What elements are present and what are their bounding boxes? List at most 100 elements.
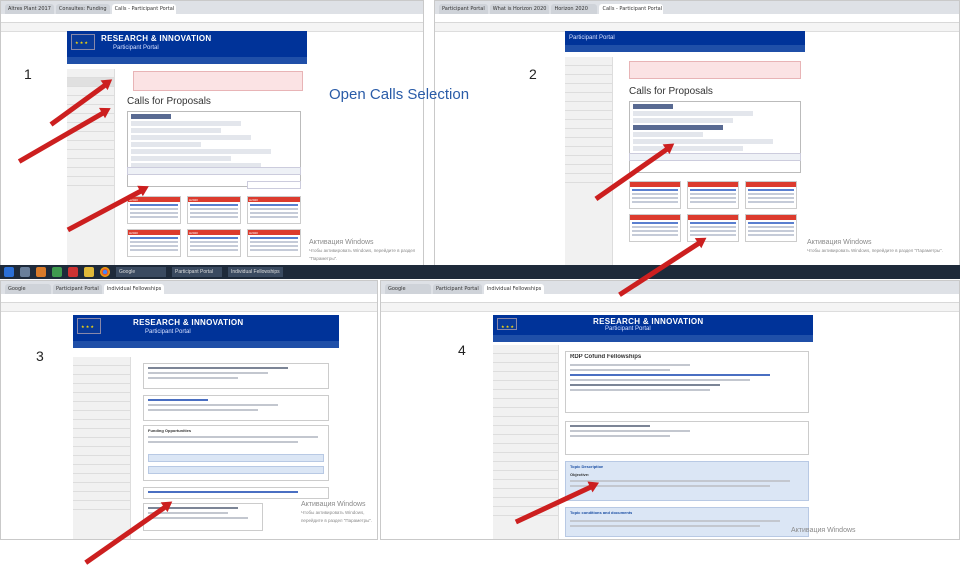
- address-bar[interactable]: [435, 14, 959, 23]
- portal-nav[interactable]: [565, 45, 805, 52]
- topic-conditions-section[interactable]: Topic conditions and documents: [565, 507, 809, 537]
- browser-tab[interactable]: Consultes: Funding: [55, 4, 110, 14]
- sidebar-item[interactable]: [73, 393, 130, 402]
- sidebar-item[interactable]: [73, 357, 130, 366]
- sidebar-item[interactable]: [67, 141, 114, 150]
- sidebar-item[interactable]: [565, 75, 612, 84]
- topic-description-section[interactable]: Topic Description Objective:: [565, 461, 809, 501]
- call-card[interactable]: H2020: [187, 196, 241, 224]
- browser-tab[interactable]: Participant Portal: [53, 284, 102, 294]
- browser-tab[interactable]: Participant Portal: [433, 284, 482, 294]
- sidebar-item[interactable]: [565, 93, 612, 102]
- address-bar[interactable]: [1, 294, 377, 303]
- browser-tab[interactable]: Participant Portal: [439, 4, 488, 14]
- browser-tab-active[interactable]: Individual Fellowships: [103, 284, 165, 294]
- sidebar-item[interactable]: [73, 438, 130, 447]
- call-card[interactable]: H2020: [187, 229, 241, 257]
- sidebar-item[interactable]: [565, 129, 612, 138]
- sidebar-item[interactable]: [565, 111, 612, 120]
- sidebar-item[interactable]: [73, 402, 130, 411]
- sidebar-item[interactable]: [493, 444, 558, 453]
- sidebar-item[interactable]: [67, 159, 114, 168]
- excel-icon[interactable]: [52, 267, 62, 277]
- programme-tree[interactable]: [629, 101, 801, 173]
- sidebar-item[interactable]: [73, 492, 130, 501]
- call-card[interactable]: [745, 181, 797, 209]
- sidebar-item[interactable]: [565, 156, 612, 165]
- sidebar-item[interactable]: [73, 456, 130, 465]
- address-bar[interactable]: [381, 294, 959, 303]
- sidebar-item[interactable]: [73, 411, 130, 420]
- portal-nav[interactable]: [67, 57, 307, 64]
- sidebar-item[interactable]: [565, 165, 612, 174]
- topic-result-row[interactable]: [143, 487, 329, 499]
- sidebar-item[interactable]: [565, 66, 612, 75]
- sidebar-item[interactable]: [493, 381, 558, 390]
- browser-tab[interactable]: Horizon 2020: [551, 4, 598, 14]
- portal-nav[interactable]: [73, 341, 339, 348]
- browser-tab[interactable]: What is Horizon 2020: [489, 4, 550, 14]
- sidebar-item[interactable]: [493, 354, 558, 363]
- portal-nav[interactable]: [493, 335, 813, 342]
- browser-tab-active[interactable]: Calls - Participant Portal: [111, 4, 176, 14]
- sidebar-item[interactable]: [73, 447, 130, 456]
- sidebar-item[interactable]: [493, 390, 558, 399]
- browser-tab-active[interactable]: Calls - Participant Portal: [599, 4, 664, 14]
- sidebar-item[interactable]: [73, 483, 130, 492]
- browser-tab[interactable]: Altres Plant 2017: [5, 4, 54, 14]
- sidebar-item[interactable]: [493, 345, 558, 354]
- sidebar-item[interactable]: [493, 417, 558, 426]
- powerpoint-icon[interactable]: [68, 267, 78, 277]
- call-card[interactable]: [629, 214, 681, 242]
- sidebar-item[interactable]: [493, 408, 558, 417]
- sidebar-item[interactable]: [73, 501, 130, 510]
- call-card[interactable]: [687, 181, 739, 209]
- call-card[interactable]: H2020: [247, 196, 301, 224]
- sidebar-item[interactable]: [67, 168, 114, 177]
- sidebar-item[interactable]: [67, 177, 114, 186]
- sidebar-item[interactable]: [67, 132, 114, 141]
- taskbar-window[interactable]: Individual Fellowships: [228, 267, 283, 277]
- folder-icon[interactable]: [84, 267, 94, 277]
- browser-tab[interactable]: Google: [5, 284, 51, 294]
- sidebar-item[interactable]: [565, 174, 612, 183]
- call-card[interactable]: H2020: [127, 229, 181, 257]
- call-card[interactable]: H2020: [247, 229, 301, 257]
- browser-tab-active[interactable]: Individual Fellowships: [483, 284, 545, 294]
- sidebar-item[interactable]: [73, 420, 130, 429]
- call-card[interactable]: H2020: [127, 196, 181, 224]
- chrome-icon[interactable]: [100, 267, 110, 277]
- sidebar-item[interactable]: [73, 366, 130, 375]
- programme-tree[interactable]: [127, 111, 301, 187]
- sidebar-item[interactable]: [493, 453, 558, 462]
- sidebar-item[interactable]: [565, 120, 612, 129]
- search-icon[interactable]: [20, 267, 30, 277]
- taskbar-window[interactable]: Participant Portal: [172, 267, 222, 277]
- windows-start-icon[interactable]: [4, 267, 14, 277]
- sidebar-item[interactable]: [493, 426, 558, 435]
- sidebar-item[interactable]: [565, 84, 612, 93]
- sidebar-item[interactable]: [565, 57, 612, 66]
- sidebar-item[interactable]: [73, 465, 130, 474]
- filter-row[interactable]: [148, 454, 324, 462]
- call-card[interactable]: [629, 181, 681, 209]
- sidebar-item[interactable]: [493, 489, 558, 498]
- sidebar-item[interactable]: [493, 471, 558, 480]
- sidebar-item[interactable]: [73, 384, 130, 393]
- filter-row[interactable]: [148, 466, 324, 474]
- sidebar-item[interactable]: [73, 474, 130, 483]
- address-bar[interactable]: [1, 14, 423, 23]
- sidebar-item[interactable]: [67, 150, 114, 159]
- call-card[interactable]: [745, 214, 797, 242]
- topics-search-block[interactable]: Funding Opportunities: [143, 425, 329, 481]
- sidebar-item[interactable]: [73, 429, 130, 438]
- browser-tab[interactable]: Google: [385, 284, 431, 294]
- search-bar[interactable]: [247, 181, 301, 189]
- file-explorer-icon[interactable]: [36, 267, 46, 277]
- sidebar-item[interactable]: [565, 147, 612, 156]
- sidebar-item[interactable]: [493, 363, 558, 372]
- sidebar-item[interactable]: [565, 138, 612, 147]
- sidebar-item[interactable]: [565, 102, 612, 111]
- sidebar-item[interactable]: [493, 399, 558, 408]
- taskbar-window[interactable]: Google: [116, 267, 166, 277]
